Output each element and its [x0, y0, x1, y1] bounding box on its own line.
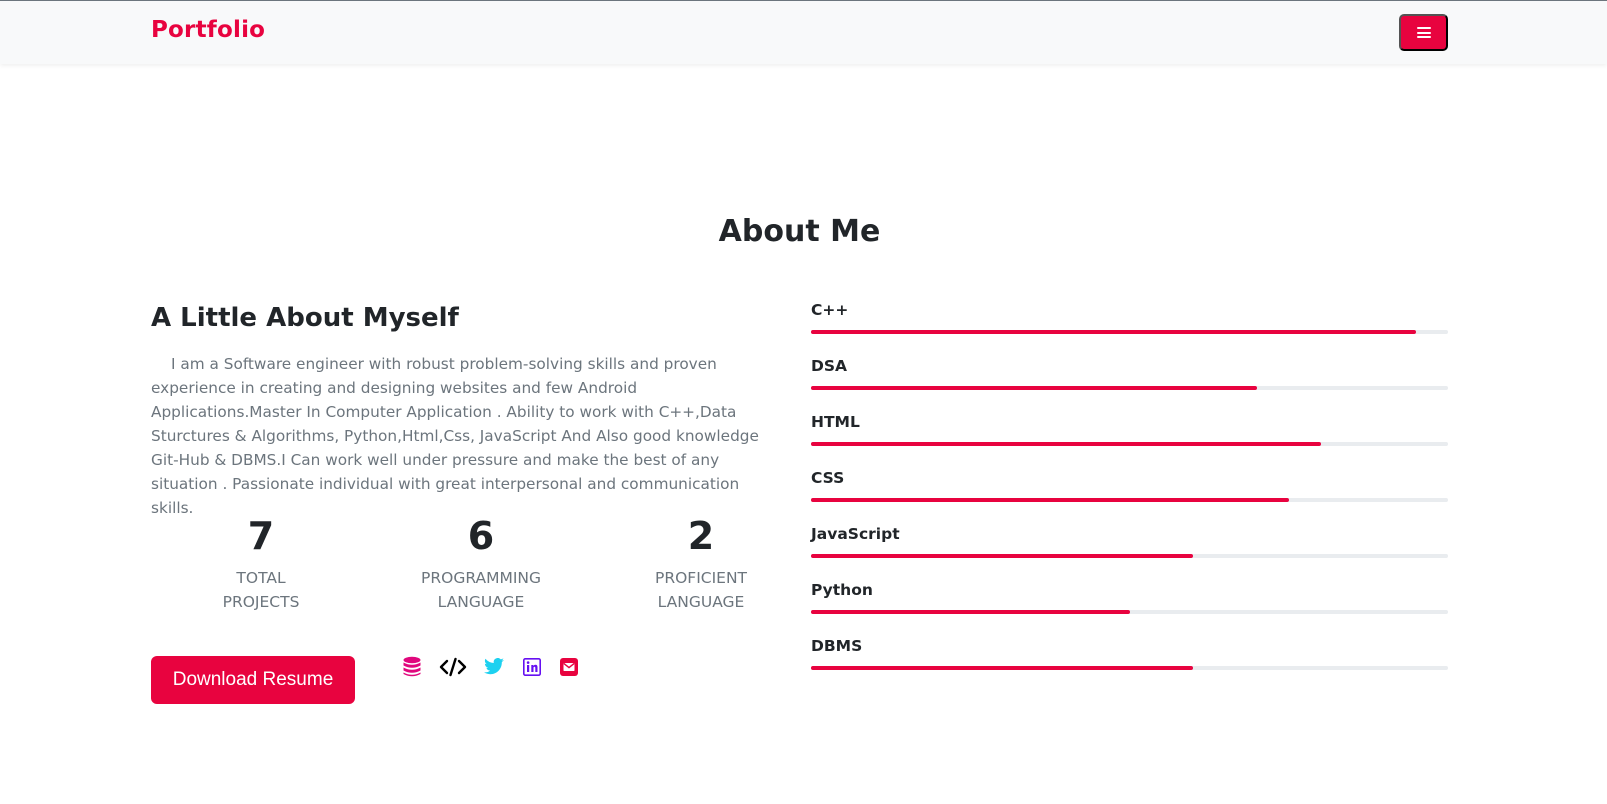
stat-label: PROGRAMMING LANGUAGE: [371, 566, 591, 614]
stat-label-line: LANGUAGE: [657, 593, 745, 611]
skill-progress-fill: [811, 330, 1417, 334]
stat-label-line: PROJECTS: [222, 593, 300, 611]
stat-number: 7: [247, 514, 275, 558]
about-intro: A Little About Myself I am a Software en…: [151, 300, 776, 520]
skill-name: CSS: [811, 469, 845, 487]
navbar: Portfolio: [0, 0, 1607, 64]
skill-progress-track: [811, 498, 1448, 502]
skill-item: DBMS: [811, 636, 1448, 676]
skill-progress-track: [811, 386, 1448, 390]
skill-progress-fill: [811, 554, 1194, 558]
section-title: About Me: [718, 214, 881, 249]
skill-name: DSA: [811, 357, 848, 375]
skill-progress-fill: [811, 442, 1321, 446]
skill-name: C++: [811, 301, 849, 319]
stat-label-line: LANGUAGE: [437, 593, 525, 611]
skill-item: C++: [811, 300, 1448, 340]
code-icon[interactable]: [438, 655, 468, 679]
stat-label-line: PROGRAMMING: [421, 569, 541, 587]
hamburger-icon: [1416, 27, 1431, 38]
skill-name: JavaScript: [811, 525, 900, 543]
menu-toggle-button[interactable]: [1399, 14, 1448, 51]
stat-label-line: TOTAL: [236, 569, 286, 587]
stat-label: TOTAL PROJECTS: [151, 566, 371, 614]
about-paragraph: I am a Software engineer with robust pro…: [151, 355, 759, 517]
skill-progress-track: [811, 442, 1448, 446]
stat-programming-language: 6 PROGRAMMING LANGUAGE: [371, 512, 591, 614]
skill-progress-track: [811, 610, 1448, 614]
stat-total-projects: 7 TOTAL PROJECTS: [151, 512, 371, 614]
twitter-icon[interactable]: [482, 655, 506, 679]
download-resume-button[interactable]: Download Resume: [151, 656, 355, 704]
brand-logo[interactable]: Portfolio: [151, 17, 265, 43]
skill-progress-track: [811, 554, 1448, 558]
stat-label: PROFICIENT LANGUAGE: [591, 566, 811, 614]
about-subtitle: A Little About Myself: [151, 303, 459, 333]
skill-progress-fill: [811, 498, 1289, 502]
skill-progress-track: [811, 666, 1448, 670]
email-icon[interactable]: [557, 655, 581, 679]
skill-name: HTML: [811, 413, 860, 431]
skill-item: JavaScript: [811, 524, 1448, 564]
stat-label-line: PROFICIENT: [654, 569, 748, 587]
skill-item: CSS: [811, 468, 1448, 508]
skill-item: Python: [811, 580, 1448, 620]
skill-progress-fill: [811, 610, 1130, 614]
stats-row: 7 TOTAL PROJECTS 6 PROGRAMMING LANGUAGE …: [151, 512, 811, 622]
skill-progress-fill: [811, 386, 1257, 390]
stat-number: 2: [687, 514, 715, 558]
database-icon[interactable]: [400, 655, 424, 679]
skill-progress-fill: [811, 666, 1194, 670]
skill-item: HTML: [811, 412, 1448, 452]
skill-name: DBMS: [811, 637, 863, 655]
skill-progress-track: [811, 330, 1448, 334]
stat-proficient-language: 2 PROFICIENT LANGUAGE: [591, 512, 811, 614]
stat-number: 6: [467, 514, 495, 558]
linkedin-icon[interactable]: [520, 655, 544, 679]
skill-item: DSA: [811, 356, 1448, 396]
skill-name: Python: [811, 581, 873, 599]
